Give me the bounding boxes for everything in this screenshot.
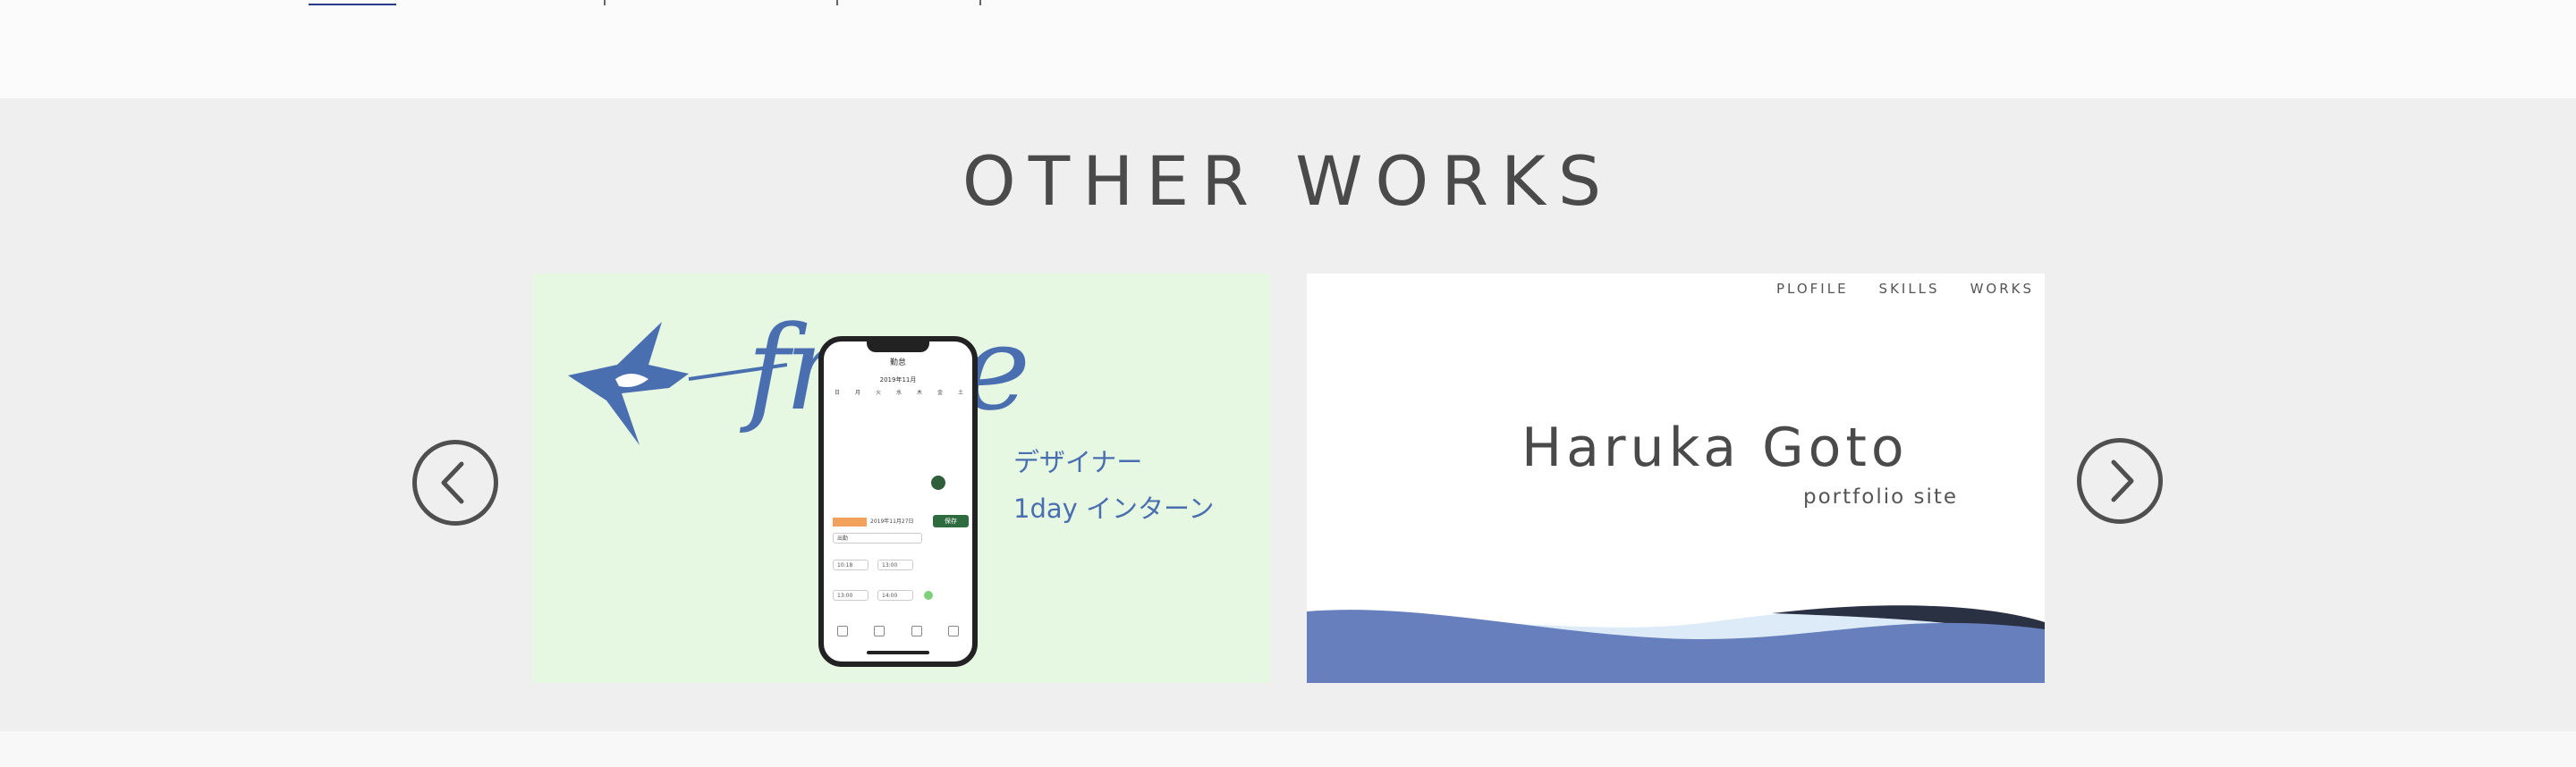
add-icon [924,591,933,600]
app-tabbar [824,626,972,640]
wave-decoration [1307,605,2045,683]
promo-line-2: 1day インターン [1013,493,1215,524]
gear-icon [948,626,960,636]
weekday: 金 [936,390,943,396]
chevron-right-icon [2111,459,2134,502]
chevron-left-icon [441,461,464,504]
carousel-prev-button[interactable] [412,440,498,526]
weekday: 火 [875,390,881,396]
save-button: 保存 [933,515,969,527]
break-start-field: 13:00 [833,590,869,601]
other-works-section: OTHER WORKS freee 勤怠 2019年11月 日 月 火 水 [0,98,2576,731]
top-link-underline[interactable] [309,0,396,5]
section-title: OTHER WORKS [962,141,1614,221]
portfolio-subtitle: portfolio site [1803,485,1959,509]
weekday: 土 [957,390,963,396]
swallow-logo-icon [568,322,787,445]
carousel-next-button[interactable] [2077,438,2163,524]
nav-item-skills: SKILLS [1878,281,1940,297]
work-type-select: 出勤 [833,533,922,544]
start-time-field: 10:18 [833,560,869,570]
next-section [0,731,2576,767]
weekday: 木 [916,390,922,396]
break-end-field: 14:00 [877,590,913,601]
weekday: 日 [834,390,840,396]
list-icon [911,626,922,636]
nav-item-profile: PLOFILE [1775,281,1849,297]
calendar-weekdays: 日 月 火 水 木 金 土 [829,388,969,397]
top-separator [836,0,838,5]
home-icon [836,626,848,636]
previous-section [0,0,2576,98]
top-separator [979,0,981,5]
phone-notch [867,341,929,352]
nav-item-works: WORKS [1970,281,2034,297]
calendar-icon [874,626,886,636]
phone-home-indicator [867,651,929,654]
form-date: 2019年11月27日 [870,518,914,525]
work-card-freee[interactable]: freee 勤怠 2019年11月 日 月 火 水 木 金 土 2019年11月… [532,274,1270,683]
work-card-portfolio[interactable]: PLOFILE SKILLS WORKS Haruka Goto portfol… [1307,274,2045,683]
calendar-today-marker [931,476,945,490]
top-separator [604,0,606,5]
calendar-month: 2019年11月 [879,376,917,384]
weekday: 月 [854,390,860,396]
portfolio-name: Haruka Goto [1521,417,1909,479]
form-tag [833,518,867,527]
portfolio-nav: PLOFILE SKILLS WORKS [1776,281,2034,297]
phone-mockup: 勤怠 2019年11月 日 月 火 水 木 金 土 2019年11月27日 保存… [818,336,978,667]
app-title: 勤怠 [889,358,906,367]
weekday: 水 [895,390,902,396]
promo-line-1: デザイナー [1013,447,1143,477]
end-time-field: 13:00 [877,560,913,570]
